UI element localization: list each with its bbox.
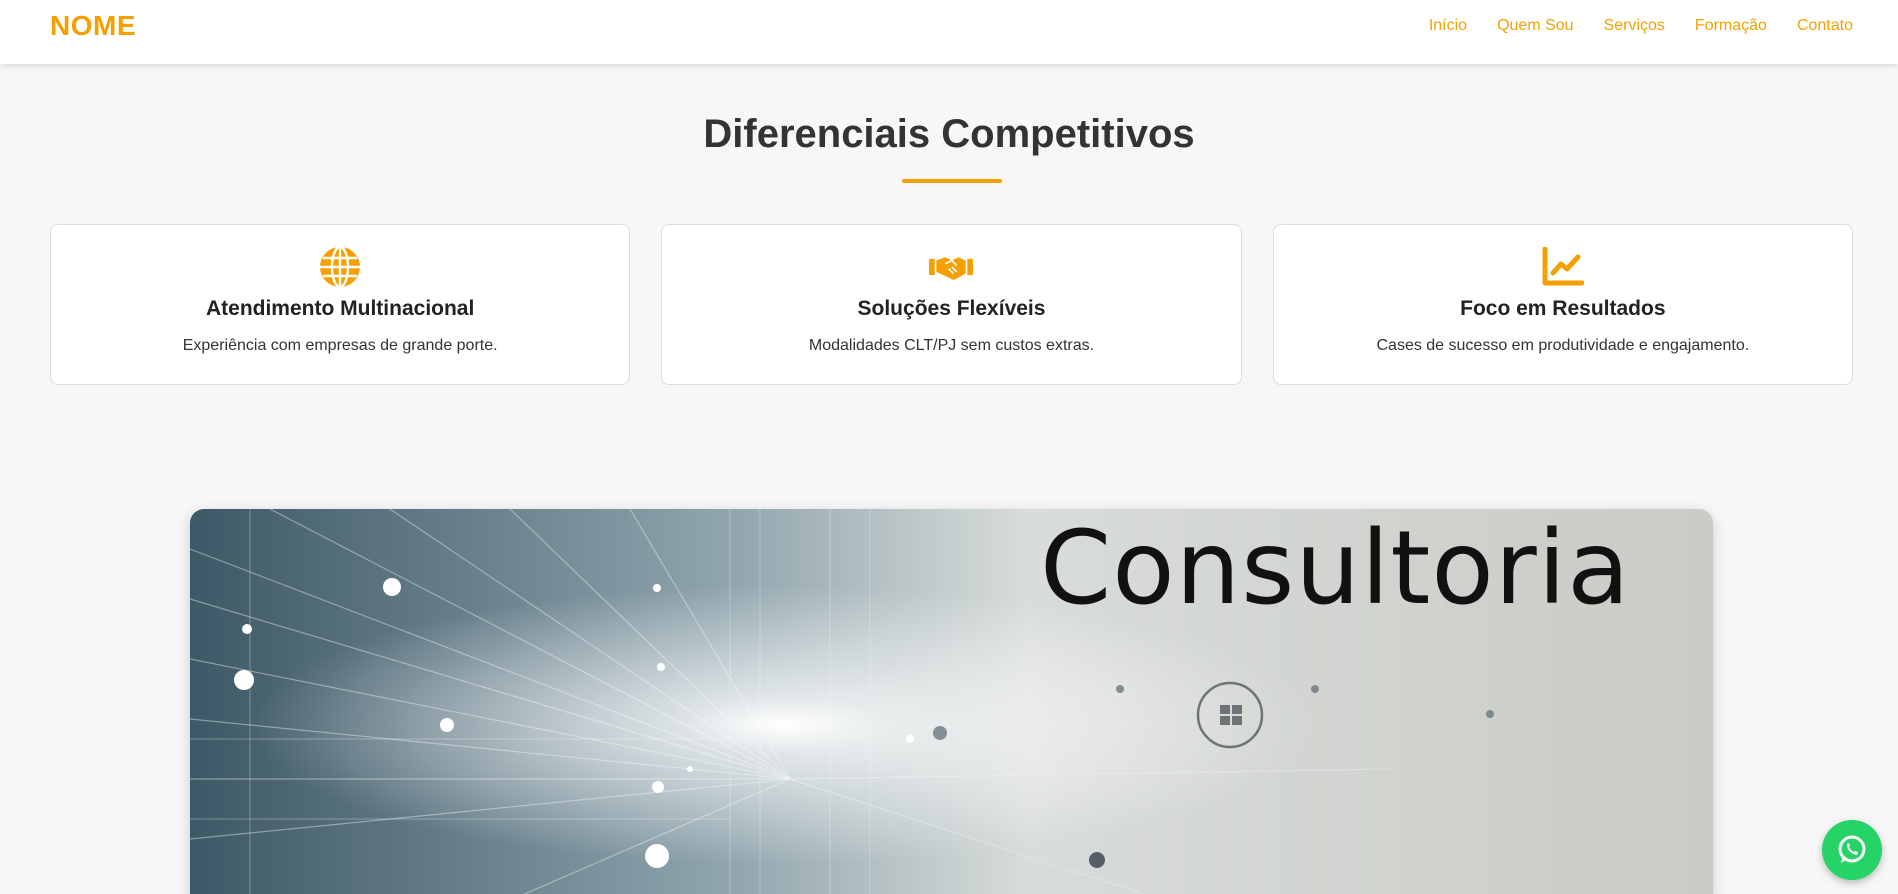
feature-card: Atendimento Multinacional Experiência co… bbox=[50, 224, 631, 385]
feature-card: Soluções Flexíveis Modalidades CLT/PJ se… bbox=[661, 224, 1242, 385]
nav-link-inicio[interactable]: Início bbox=[1429, 17, 1467, 35]
card-title: Soluções Flexíveis bbox=[857, 297, 1046, 320]
feature-card: Foco em Resultados Cases de sucesso em p… bbox=[1272, 224, 1853, 385]
section-title: Diferenciais Competitivos bbox=[703, 112, 1195, 156]
banner-text: Consultoria bbox=[1040, 509, 1631, 628]
title-underline bbox=[902, 179, 1002, 183]
globe-icon bbox=[318, 245, 362, 289]
feature-cards: Atendimento Multinacional Experiência co… bbox=[50, 224, 1853, 385]
consultoria-banner: Consultoria bbox=[190, 509, 1713, 894]
handshake-icon bbox=[929, 245, 974, 289]
card-text: Experiência com empresas de grande porte… bbox=[182, 337, 498, 354]
chart-line-icon bbox=[1541, 245, 1585, 289]
card-text: Cases de sucesso em produtividade e enga… bbox=[1376, 337, 1750, 354]
main-nav: Início Quem Sou Serviços Formação Contat… bbox=[1429, 17, 1853, 35]
nav-link-contato[interactable]: Contato bbox=[1797, 17, 1853, 35]
whatsapp-icon bbox=[1838, 835, 1866, 863]
whatsapp-button[interactable] bbox=[1822, 820, 1882, 880]
card-title: Atendimento Multinacional bbox=[205, 297, 475, 320]
navbar: NOME Início Quem Sou Serviços Formação C… bbox=[0, 0, 1898, 64]
card-text: Modalidades CLT/PJ sem custos extras. bbox=[808, 337, 1095, 354]
nav-link-formacao[interactable]: Formação bbox=[1695, 17, 1767, 35]
nav-link-quem-sou[interactable]: Quem Sou bbox=[1497, 17, 1573, 35]
nav-link-servicos[interactable]: Serviços bbox=[1604, 17, 1665, 35]
site-logo[interactable]: NOME bbox=[50, 10, 136, 42]
card-title: Foco em Resultados bbox=[1460, 297, 1666, 320]
